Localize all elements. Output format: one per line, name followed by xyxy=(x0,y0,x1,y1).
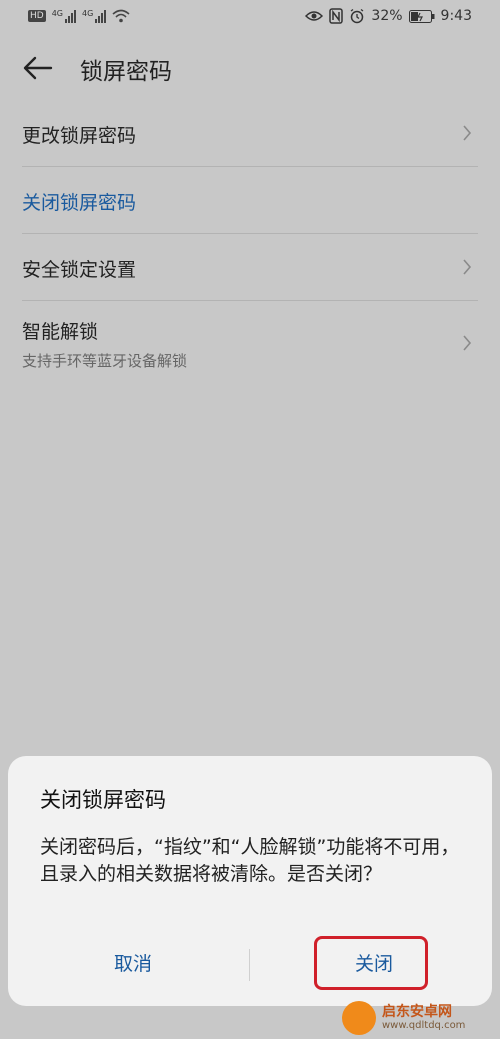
watermark-logo-icon xyxy=(342,1001,376,1035)
dialog-title: 关闭锁屏密码 xyxy=(40,788,166,812)
dialog-message: 关闭密码后，“指纹”和“人脸解锁”功能将不可用，且录入的相关数据将被清除。是否关… xyxy=(40,836,460,885)
watermark: 启东安卓网 www.qdltdq.com xyxy=(342,1001,492,1037)
button-divider xyxy=(249,949,250,981)
confirm-dialog: 关闭锁屏密码 关闭密码后，“指纹”和“人脸解锁”功能将不可用，且录入的相关数据将… xyxy=(8,756,492,1006)
cancel-button[interactable]: 取消 xyxy=(78,944,188,984)
watermark-url: www.qdltdq.com xyxy=(382,1020,466,1031)
watermark-name: 启东安卓网 xyxy=(382,1004,452,1020)
highlight-box xyxy=(314,936,428,990)
